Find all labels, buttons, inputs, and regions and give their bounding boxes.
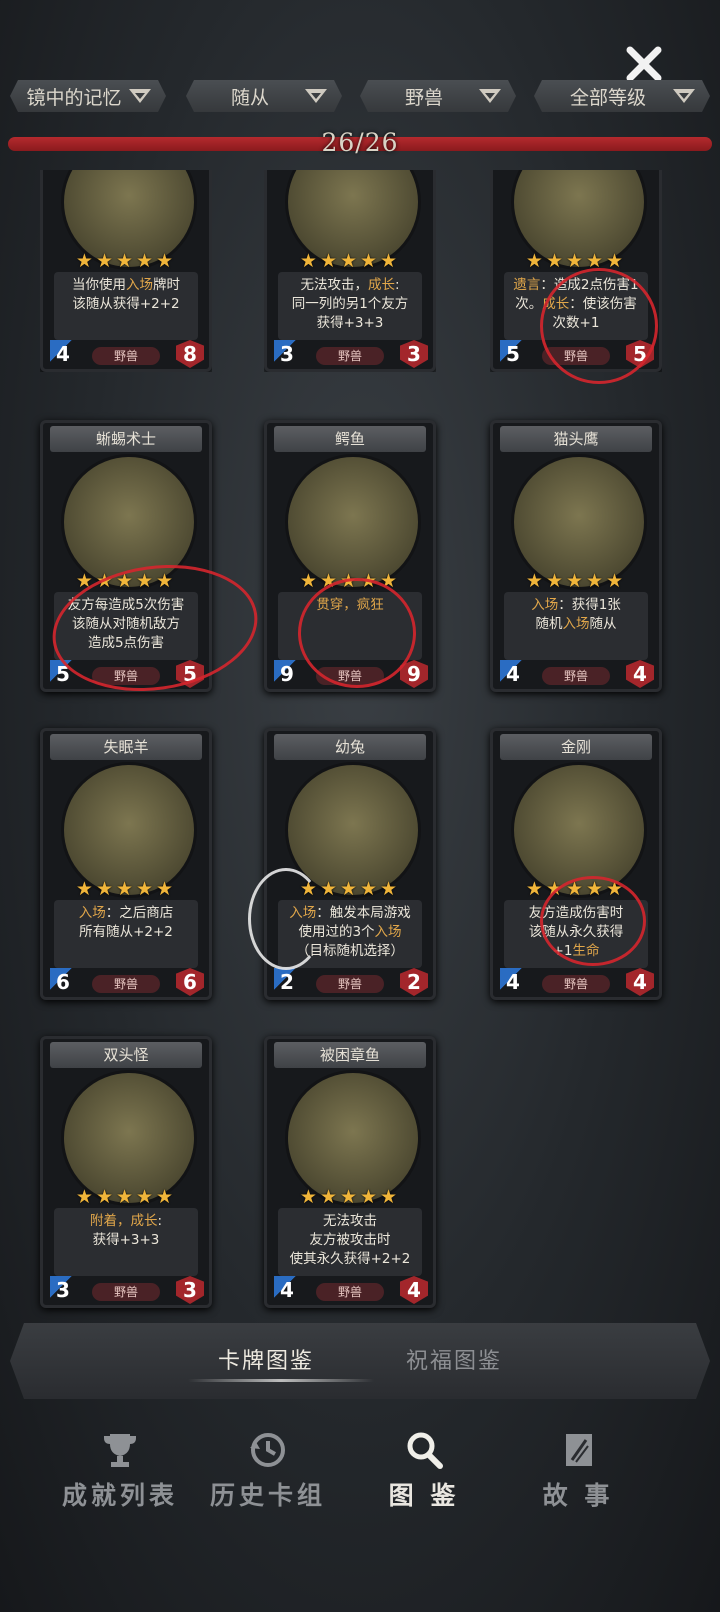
card-name: 猫头鹰 (500, 426, 652, 452)
card-stars: ★★★★★ (75, 1186, 177, 1208)
card-stars: ★★★★★ (75, 878, 177, 900)
card-name: 被困章鱼 (274, 1042, 426, 1068)
nav-history-decks[interactable]: 历史卡组 (198, 1430, 338, 1512)
nav-codex-label: 图 鉴 (388, 1481, 460, 1510)
card-stars: ★★★★★ (299, 1186, 401, 1208)
card-description: 当你使用入场牌时 该随从获得+2+2 (54, 272, 198, 340)
card-tribe-tag: 野兽 (316, 347, 384, 365)
tab-blessing-codex[interactable]: 祝福图鉴 (406, 1343, 502, 1375)
card-stars: ★★★★★ (525, 570, 627, 592)
card-stars: ★★★★★ (525, 250, 627, 272)
nav-codex[interactable]: 图 鉴 (354, 1430, 494, 1512)
card-name: 鳄鱼 (274, 426, 426, 452)
dropdown-icon (672, 87, 696, 105)
card-name: 金刚 (500, 734, 652, 760)
book-icon (566, 1434, 592, 1466)
collection-count: 26/26 (321, 128, 399, 157)
card-description: 无法攻击 友方被攻击时 使其永久获得+2+2 (278, 1208, 422, 1276)
card-attack: 9 (274, 660, 300, 688)
card-attack: 4 (500, 968, 526, 996)
annotation-circle (540, 268, 658, 384)
card-attack: 5 (500, 340, 526, 368)
trophy-icon (104, 1434, 136, 1467)
annotation-circle (298, 578, 416, 688)
card-attack: 2 (274, 968, 300, 996)
card-stars: ★★★★★ (299, 250, 401, 272)
card-attack: 3 (50, 1276, 76, 1304)
annotation-circle (540, 876, 646, 966)
minion-card[interactable]: 失眠羊 ★★★★★ 入场：之后商店 所有随从+2+2 6 野兽 6 (40, 728, 212, 1000)
nav-achievements-label: 成就列表 (61, 1481, 178, 1510)
card-tribe-tag: 野兽 (542, 667, 610, 685)
dropdown-icon (304, 87, 328, 105)
card-tribe-tag: 野兽 (92, 1283, 160, 1301)
filter-level[interactable]: 全部等级 (534, 80, 710, 112)
card-attack: 4 (50, 340, 76, 368)
minion-card[interactable]: 猫头鹰 ★★★★★ 入场：获得1张 随机入场随从 4 野兽 4 (490, 420, 662, 692)
bottom-navigation: 成就列表 历史卡组 图 鉴 故 事 (0, 1420, 720, 1612)
history-icon (250, 1433, 285, 1467)
card-name: 双头怪 (50, 1042, 202, 1068)
filter-tribe[interactable]: 野兽 (360, 80, 516, 112)
codex-sub-tabs: 卡牌图鉴 祝福图鉴 (10, 1323, 710, 1399)
card-tribe-tag: 野兽 (92, 975, 160, 993)
touch-indicator (248, 868, 324, 970)
card-tribe-tag: 野兽 (92, 347, 160, 365)
magnifier-icon (407, 1432, 443, 1469)
filter-level-label: 全部等级 (569, 86, 646, 109)
filter-expansion[interactable]: 镜中的记忆 (10, 80, 166, 112)
dropdown-icon (478, 87, 502, 105)
card-name: 失眠羊 (50, 734, 202, 760)
card-attack: 4 (500, 660, 526, 688)
active-tab-underline (188, 1379, 374, 1382)
dropdown-icon (128, 87, 152, 105)
nav-achievements[interactable]: 成就列表 (50, 1430, 190, 1512)
card-description: 入场：之后商店 所有随从+2+2 (54, 900, 198, 968)
card-tribe-tag: 野兽 (316, 975, 384, 993)
nav-story[interactable]: 故 事 (508, 1430, 648, 1512)
card-description: 附着，成长: 获得+3+3 (54, 1208, 198, 1276)
card-tribe-tag: 野兽 (542, 975, 610, 993)
card-tribe-tag: 野兽 (316, 1283, 384, 1301)
card-description: 入场：获得1张 随机入场随从 (504, 592, 648, 660)
card-description: 无法攻击，成长: 同一列的另1个友方 获得+3+3 (278, 272, 422, 340)
card-name: 幼兔 (274, 734, 426, 760)
card-attack: 4 (274, 1276, 300, 1304)
nav-history-decks-label: 历史卡组 (209, 1481, 326, 1510)
filter-bar: 镜中的记忆 随从 野兽 全部等级 (0, 78, 720, 118)
card-attack: 3 (274, 340, 300, 368)
filter-type-label: 随从 (230, 86, 269, 109)
nav-story-label: 故 事 (542, 1481, 614, 1510)
minion-card[interactable]: 被困章鱼 ★★★★★ 无法攻击 友方被攻击时 使其永久获得+2+2 4 野兽 4 (264, 1036, 436, 1308)
filter-type[interactable]: 随从 (186, 80, 342, 112)
card-stars: ★★★★★ (75, 250, 177, 272)
minion-card[interactable]: 双头怪 ★★★★★ 附着，成长: 获得+3+3 3 野兽 3 (40, 1036, 212, 1308)
tab-card-codex[interactable]: 卡牌图鉴 (218, 1343, 314, 1375)
filter-tribe-label: 野兽 (404, 86, 443, 109)
card-name: 蜥蜴术士 (50, 426, 202, 452)
card-attack: 6 (50, 968, 76, 996)
